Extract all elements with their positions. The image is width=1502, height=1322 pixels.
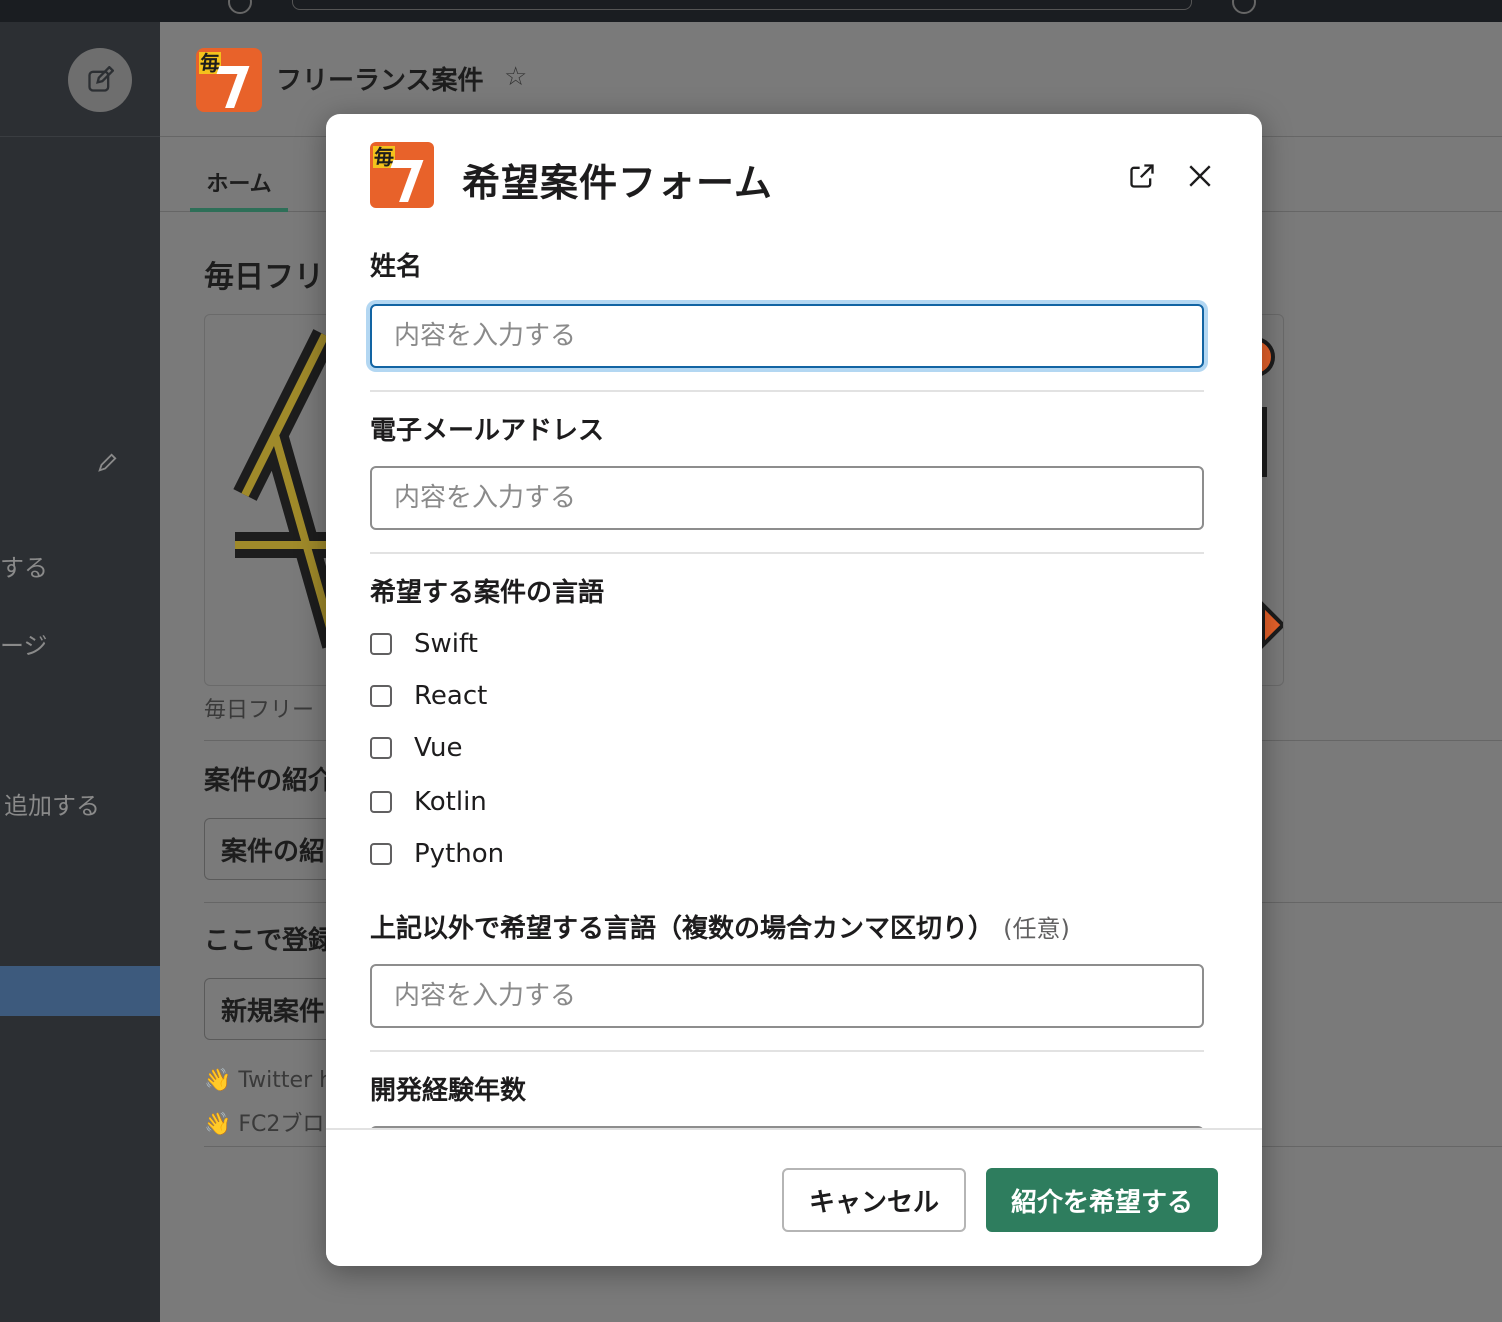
optional-tag: (任意)	[1003, 915, 1070, 943]
compose-icon	[88, 66, 114, 92]
other-languages-label-text: 上記以外で希望する言語（複数の場合カンマ区切り）	[370, 914, 995, 944]
search-bar[interactable]	[292, 0, 1192, 10]
language-option-kotlin[interactable]: Kotlin	[370, 786, 487, 818]
star-icon[interactable]: ☆	[504, 62, 527, 92]
sidebar-item[interactable]: ージ	[0, 626, 48, 661]
experience-label: 開発経験年数	[370, 1076, 527, 1106]
checkbox[interactable]	[370, 843, 392, 865]
language-option-react[interactable]: React	[370, 680, 487, 712]
form-body[interactable]: 姓名 電子メールアドレス 希望する案件の言語 Swift React Vue K…	[326, 234, 1262, 1128]
modal-app-logo: 毎	[370, 142, 434, 208]
checkbox-label: Vue	[414, 733, 463, 763]
close-icon[interactable]	[1178, 154, 1222, 198]
modal-title: 希望案件フォーム	[462, 161, 773, 205]
modal-footer: キャンセル 紹介を希望する	[326, 1128, 1262, 1266]
edit-icon[interactable]	[96, 452, 118, 478]
history-icon[interactable]	[228, 0, 252, 14]
name-input[interactable]	[370, 304, 1204, 368]
sidebar-divider	[0, 136, 160, 137]
language-option-python[interactable]: Python	[370, 838, 504, 870]
link-item[interactable]: 👋 FC2ブロ	[204, 1106, 324, 1138]
other-languages-label: 上記以外で希望する言語（複数の場合カンマ区切り） (任意)	[370, 908, 1070, 945]
checkbox[interactable]	[370, 791, 392, 813]
email-input[interactable]	[370, 466, 1204, 530]
banner-caption: 毎日フリー	[204, 698, 315, 723]
home-heading: 毎日フリ	[204, 260, 324, 295]
divider	[370, 390, 1204, 392]
help-icon[interactable]	[1232, 0, 1256, 14]
checkbox[interactable]	[370, 685, 392, 707]
compose-button[interactable]	[68, 48, 132, 112]
tab-home[interactable]: ホーム	[190, 162, 288, 212]
name-label: 姓名	[370, 252, 423, 282]
checkbox-label: Swift	[414, 629, 478, 659]
checkbox-label: Python	[414, 839, 505, 869]
languages-label: 希望する案件の言語	[370, 578, 605, 608]
language-option-swift[interactable]: Swift	[370, 628, 478, 660]
email-label: 電子メールアドレス	[370, 416, 605, 446]
section-heading: ここで登録	[204, 926, 335, 956]
open-external-icon[interactable]	[1120, 154, 1164, 198]
section-heading: 案件の紹介	[204, 766, 335, 796]
other-languages-input[interactable]	[370, 964, 1204, 1028]
divider	[370, 552, 1204, 554]
sidebar: する ージ 追加する	[0, 22, 160, 1322]
submit-button[interactable]: 紹介を希望する	[986, 1168, 1218, 1232]
app-logo: 毎	[196, 48, 262, 112]
sidebar-item-active[interactable]	[0, 966, 160, 1016]
checkbox-label: Kotlin	[414, 787, 487, 817]
sidebar-item[interactable]: 追加する	[4, 786, 100, 821]
cancel-button[interactable]: キャンセル	[782, 1168, 966, 1232]
form-modal: 毎 希望案件フォーム 姓名 電子メールアドレス 希望する案件の言語 Swift …	[326, 114, 1262, 1266]
app-title: フリーランス案件	[276, 66, 484, 96]
top-bar	[0, 0, 1502, 22]
link-item[interactable]: 👋 Twitter h	[204, 1068, 333, 1093]
checkbox-label: React	[414, 681, 488, 711]
sidebar-item[interactable]: する	[0, 548, 48, 583]
divider	[370, 1050, 1204, 1052]
language-option-vue[interactable]: Vue	[370, 732, 463, 764]
checkbox[interactable]	[370, 737, 392, 759]
checkbox[interactable]	[370, 633, 392, 655]
